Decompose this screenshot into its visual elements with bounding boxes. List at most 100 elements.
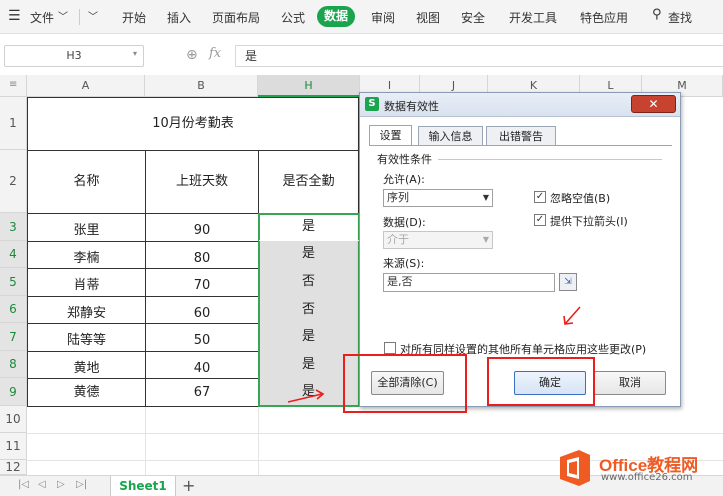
menu-review[interactable]: 审阅 (371, 9, 395, 26)
annotation-arrow-icon (287, 389, 325, 403)
row-header-7[interactable]: 7 (0, 323, 27, 351)
row-header-5[interactable]: 5 (0, 268, 27, 296)
dropdown-arrow-label: 提供下拉箭头(I) (550, 215, 628, 228)
fx-icon[interactable]: fx (209, 46, 221, 61)
row-header-9[interactable]: 9 (0, 378, 27, 406)
dialog-titlebar[interactable]: S 数据有效性 ✕ (360, 93, 680, 117)
days-cell[interactable]: 40 (145, 351, 259, 379)
caret-down-icon: ▼ (482, 235, 489, 244)
days-cell[interactable]: 80 (145, 241, 259, 269)
days-cell[interactable]: 50 (145, 323, 259, 352)
column-header-b[interactable]: B (145, 75, 258, 97)
last-sheet-icon[interactable]: ▷| (76, 479, 87, 490)
name-cell[interactable]: 郑静安 (27, 296, 146, 324)
menu-formula[interactable]: 公式 (281, 9, 305, 26)
first-sheet-icon[interactable]: |◁ (18, 479, 29, 490)
menu-view[interactable]: 视图 (416, 9, 440, 26)
column-header-a[interactable]: A (27, 75, 145, 97)
name-box[interactable]: H3 (4, 45, 144, 67)
close-icon[interactable]: ✕ (631, 95, 676, 113)
dialog-title: 数据有效性 (384, 100, 439, 113)
row-header-11[interactable]: 11 (0, 433, 27, 460)
name-box-chevron-icon[interactable]: ▾ (133, 49, 137, 58)
row-header-6[interactable]: 6 (0, 296, 27, 323)
menu-divider (79, 9, 80, 25)
gridline (27, 433, 723, 434)
section-rule (438, 159, 662, 160)
row-header-1[interactable]: 1 (0, 97, 27, 150)
days-cell[interactable]: 67 (145, 378, 259, 407)
menu-bar: ☰ 文件 ﹀ ﹀ 开始 插入 页面布局 公式 数据 审阅 视图 安全 开发工具 … (0, 0, 723, 34)
criteria-section-label: 有效性条件 (377, 153, 432, 166)
menu-security[interactable]: 安全 (461, 9, 485, 26)
gridline (145, 406, 146, 475)
menu-file[interactable]: 文件 (30, 9, 54, 26)
row-header-8[interactable]: 8 (0, 351, 27, 378)
tab-rule (369, 145, 672, 146)
source-label: 来源(S): (383, 257, 425, 270)
highlight-ok (487, 357, 595, 406)
name-cell[interactable]: 黄德 (27, 378, 146, 407)
chevron-down-icon[interactable]: ﹀ (58, 8, 68, 23)
days-cell[interactable]: 90 (145, 213, 259, 242)
next-sheet-icon[interactable]: ▷ (57, 479, 65, 490)
days-cell[interactable]: 70 (145, 268, 259, 297)
row-header-4[interactable]: 4 (0, 241, 27, 268)
formula-input[interactable]: 是 (235, 45, 723, 67)
menu-data[interactable]: 数据 (317, 6, 355, 27)
caret-down-icon: ▼ (482, 193, 489, 202)
select-all-corner[interactable]: ≡ (0, 75, 27, 97)
row-header-2[interactable]: 2 (0, 150, 27, 213)
sheet-tab-active[interactable]: Sheet1 (110, 476, 176, 496)
name-cell[interactable]: 陆等等 (27, 323, 146, 352)
watermark-url: www.office26.com (601, 472, 693, 483)
dropdown-arrow-checkbox[interactable]: ✓ (534, 214, 546, 226)
data-select: 介于 ▼ (383, 231, 493, 249)
name-cell[interactable]: 肖蒂 (27, 268, 146, 297)
wps-sheet-icon: S (365, 97, 379, 111)
menu-insert[interactable]: 插入 (167, 9, 191, 26)
allow-label: 允许(A): (383, 173, 425, 186)
corner-icon: ≡ (9, 79, 18, 90)
tab-settings[interactable]: 设置 (369, 125, 412, 146)
days-cell[interactable]: 60 (145, 296, 259, 324)
hamburger-icon[interactable]: ☰ (8, 8, 21, 24)
header-name-cell[interactable]: 名称 (27, 150, 146, 214)
ignore-blank-checkbox[interactable]: ✓ (534, 191, 546, 203)
ignore-blank-label: 忽略空值(B) (550, 192, 611, 205)
cancel-button[interactable]: 取消 (594, 371, 666, 395)
name-cell[interactable]: 张里 (27, 213, 146, 242)
menu-home[interactable]: 开始 (122, 9, 146, 26)
name-cell[interactable]: 黄地 (27, 351, 146, 379)
row-header-10[interactable]: 10 (0, 406, 27, 433)
menu-special[interactable]: 特色应用 (580, 9, 628, 26)
sheet-title-cell[interactable]: 10月份考勤表 (27, 97, 359, 151)
selection-divider (259, 240, 359, 241)
row-header-12[interactable]: 12 (0, 460, 27, 475)
name-cell[interactable]: 李楠 (27, 241, 146, 269)
prev-sheet-icon[interactable]: ◁ (38, 479, 46, 490)
column-header-h[interactable]: H (258, 75, 360, 97)
allow-select[interactable]: 序列 ▼ (383, 189, 493, 207)
header-days-cell[interactable]: 上班天数 (145, 150, 259, 214)
source-input[interactable]: 是,否 (383, 273, 555, 292)
quick-access-chevron-icon[interactable]: ﹀ (88, 8, 98, 23)
range-picker-icon[interactable]: ⇲ (559, 273, 577, 291)
tab-input-message[interactable]: 输入信息 (418, 126, 483, 146)
watermark: Office教程网 www.office26.com (557, 449, 723, 489)
tab-error-alert[interactable]: 出错警告 (486, 126, 556, 146)
gridline (258, 406, 259, 475)
name-box-value: H3 (66, 49, 82, 62)
zoom-icon[interactable]: ⊕ (186, 47, 198, 63)
apply-all-checkbox[interactable] (384, 342, 396, 354)
row-header-3[interactable]: 3 (0, 213, 27, 241)
header-full-cell[interactable]: 是否全勤 (258, 150, 359, 214)
menu-search[interactable]: 查找 (668, 9, 692, 26)
menu-page-layout[interactable]: 页面布局 (212, 9, 260, 26)
annotation-arrow-icon (563, 306, 581, 325)
office-logo-icon (560, 450, 590, 486)
search-icon[interactable]: ⚲ (652, 7, 662, 22)
add-sheet-icon[interactable]: + (182, 476, 195, 495)
data-label: 数据(D): (383, 216, 426, 229)
menu-developer[interactable]: 开发工具 (509, 9, 557, 26)
